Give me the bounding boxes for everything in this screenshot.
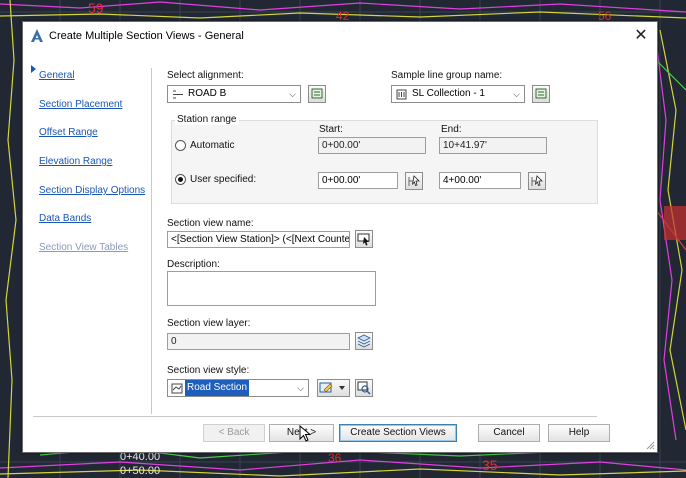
start-label: Start:: [319, 124, 343, 135]
layers-icon: [357, 334, 371, 348]
mouse-cursor-icon: [299, 425, 312, 442]
pick-end-station-button[interactable]: [528, 172, 546, 190]
pick-sample-line-group-button[interactable]: [532, 85, 550, 103]
pick-from-drawing-icon: [311, 88, 323, 99]
edit-style-icon: [319, 382, 345, 393]
pick-from-drawing-icon: [535, 88, 547, 99]
edit-name-template-button[interactable]: [355, 230, 373, 248]
sample-line-group-dropdown[interactable]: SL Collection - 1 ⌵: [391, 85, 525, 103]
footer-divider: [33, 416, 597, 417]
chevron-down-icon: ⌵: [513, 89, 520, 99]
section-view-layer-field: 0: [167, 333, 350, 350]
sample-line-group-icon: [396, 89, 407, 100]
help-button[interactable]: Help: [548, 424, 610, 442]
dialog-titlebar[interactable]: Create Multiple Section Views - General …: [23, 22, 657, 50]
alignment-dropdown[interactable]: ROAD B ⌵: [167, 85, 301, 103]
description-textarea[interactable]: [167, 271, 376, 306]
close-icon: ✕: [634, 27, 648, 44]
pick-station-icon: [408, 175, 420, 187]
close-button[interactable]: ✕: [631, 26, 651, 46]
pick-alignment-button[interactable]: [308, 85, 326, 103]
nav-item-offset-range[interactable]: Offset Range: [39, 127, 98, 138]
section-view-name-label: Section view name:: [167, 218, 254, 229]
cad-label-36: 36: [328, 451, 342, 465]
dialog-title: Create Multiple Section Views - General: [49, 30, 244, 42]
nav-item-section-display-options[interactable]: Section Display Options: [39, 185, 145, 196]
select-alignment-label: Select alignment:: [167, 70, 244, 81]
automatic-radio[interactable]: [175, 140, 186, 151]
user-specified-label: User specified:: [190, 174, 257, 185]
cad-label-35: 35: [482, 457, 498, 473]
nav-item-data-bands[interactable]: Data Bands: [39, 213, 91, 224]
user-end-station-input[interactable]: 4+00.00': [439, 172, 521, 189]
chevron-down-icon: ⌵: [297, 383, 304, 393]
sample-line-group-value: SL Collection - 1: [412, 88, 485, 99]
chevron-down-icon: ⌵: [289, 89, 296, 99]
automatic-start-field: 0+00.00': [318, 137, 426, 154]
section-view-style-value: Road Section: [185, 380, 250, 396]
current-page-arrow-icon: [31, 65, 36, 73]
create-section-views-dialog: Create Multiple Section Views - General …: [22, 21, 658, 453]
cad-label-59: 59: [88, 0, 104, 16]
cancel-button[interactable]: Cancel: [478, 424, 540, 442]
resize-grip-icon[interactable]: [646, 441, 655, 450]
automatic-end-field: 10+41.97': [439, 137, 547, 154]
user-start-station-input[interactable]: 0+00.00': [318, 172, 398, 189]
end-label: End:: [441, 124, 462, 135]
section-view-name-input[interactable]: <[Section View Station]> (<[Next Counter…: [167, 231, 350, 248]
pick-start-station-button[interactable]: [405, 172, 423, 190]
station-range-label: Station range: [175, 114, 239, 125]
nav-divider: [151, 68, 152, 414]
nav-item-section-placement[interactable]: Section Placement: [39, 99, 122, 110]
layer-button[interactable]: [355, 332, 373, 350]
back-button[interactable]: < Back: [203, 424, 265, 442]
alignment-value: ROAD B: [188, 88, 227, 99]
cad-station-label: 0+50.00: [120, 465, 160, 477]
autocad-civil-logo-icon: [31, 29, 43, 42]
preview-style-button[interactable]: [355, 379, 373, 397]
name-template-icon: [357, 233, 370, 246]
nav-item-general[interactable]: General: [39, 70, 75, 81]
sample-line-group-label: Sample line group name:: [391, 70, 503, 81]
alignment-icon: [173, 90, 183, 99]
section-view-style-label: Section view style:: [167, 365, 250, 376]
section-style-icon: [171, 383, 183, 394]
create-section-views-button[interactable]: Create Section Views: [339, 424, 457, 442]
section-view-layer-label: Section view layer:: [167, 318, 251, 329]
user-specified-radio[interactable]: [175, 174, 186, 185]
zoom-preview-icon: [357, 381, 371, 395]
nav-item-elevation-range[interactable]: Elevation Range: [39, 156, 112, 167]
nav-item-section-view-tables: Section View Tables: [39, 242, 129, 253]
description-label: Description:: [167, 259, 220, 270]
edit-style-split-button[interactable]: [317, 379, 350, 397]
section-view-style-dropdown[interactable]: Road Section ⌵: [167, 379, 309, 397]
pick-station-icon: [531, 175, 543, 187]
automatic-label: Automatic: [190, 140, 235, 151]
station-range-group: [171, 120, 598, 204]
